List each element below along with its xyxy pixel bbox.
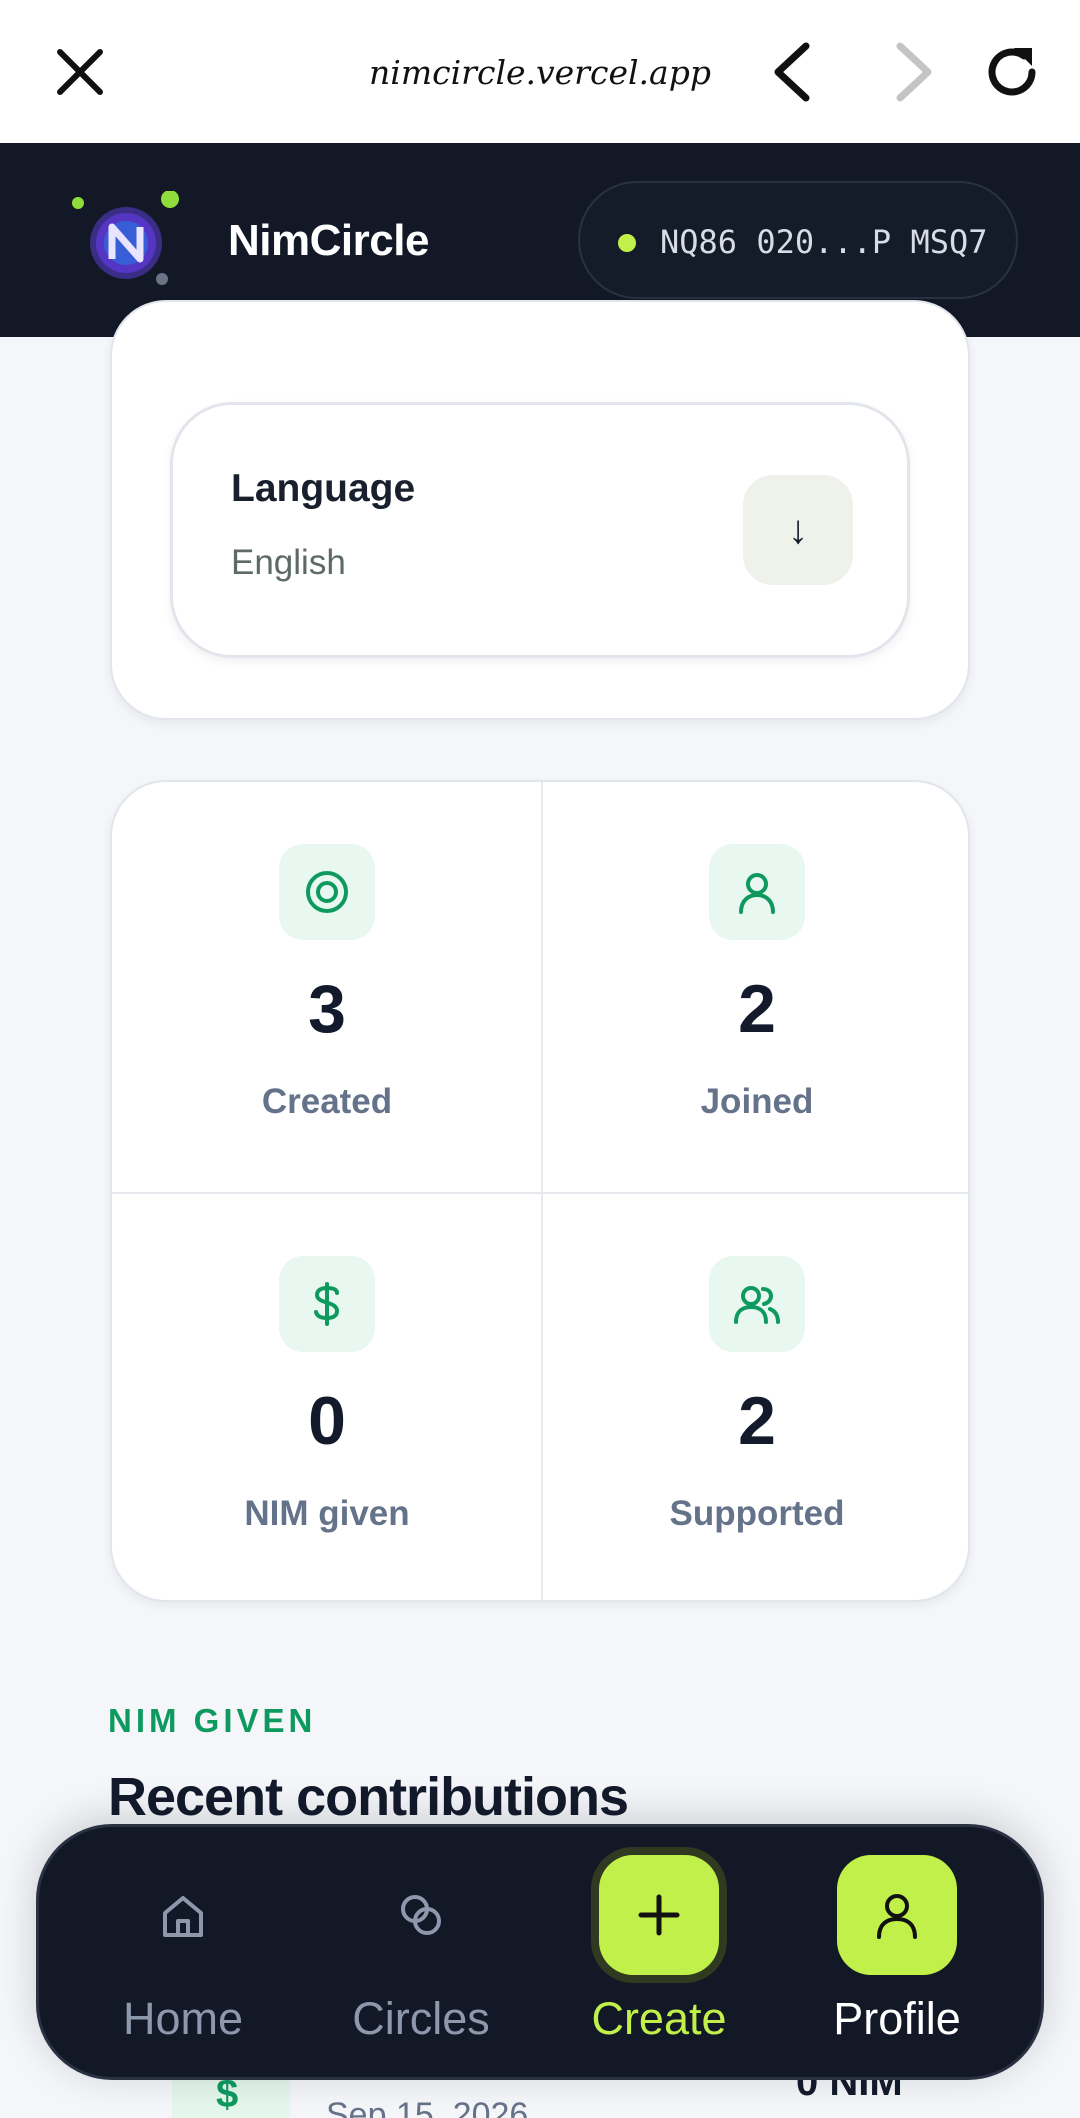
contribution-date: Sep 15, 2026 <box>326 2096 529 2118</box>
home-icon <box>123 1855 243 1975</box>
nav-profile[interactable]: Profile <box>777 1827 1017 2083</box>
language-selector[interactable]: Language English ↓ <box>170 402 910 658</box>
reload-icon[interactable] <box>984 40 1044 104</box>
stat-value: 2 <box>738 1383 776 1459</box>
stat-value: 0 <box>308 1383 346 1459</box>
stat-label: Supported <box>669 1494 845 1533</box>
nav-home[interactable]: Home <box>63 1827 303 2083</box>
stat-joined[interactable]: 2 Joined <box>542 782 968 1192</box>
wallet-address-pill[interactable]: NQ86 020...P MSQ7 <box>578 181 1018 299</box>
stat-nim-given[interactable]: 0 NIM given <box>112 1194 542 1600</box>
section-eyebrow: NIM GIVEN <box>108 1702 317 1739</box>
stat-value: 3 <box>308 971 346 1047</box>
stat-label: Created <box>261 1082 393 1121</box>
bottom-navigation: Home Circles Create Profile <box>36 1824 1044 2080</box>
brand-name: NimCircle <box>228 216 429 265</box>
stat-value: 2 <box>738 971 776 1047</box>
section-title: Recent contributions <box>108 1767 629 1827</box>
user-icon <box>837 1855 957 1975</box>
dollar-icon <box>279 1256 375 1352</box>
user-icon <box>709 844 805 940</box>
nimcircle-logo-icon[interactable] <box>70 190 180 291</box>
forward-arrow-icon[interactable] <box>882 40 942 104</box>
nav-label: Profile <box>833 1993 961 2044</box>
connection-status-dot <box>618 234 636 252</box>
stat-label: NIM given <box>244 1494 410 1533</box>
close-icon[interactable] <box>52 44 108 100</box>
stat-supported[interactable]: 2 Supported <box>542 1194 968 1600</box>
stat-created[interactable]: 3 Created <box>112 782 542 1192</box>
nav-circles[interactable]: Circles <box>301 1827 541 2083</box>
plus-icon <box>599 1855 719 1975</box>
nav-label: Create <box>591 1993 727 2044</box>
nav-create[interactable]: Create <box>539 1827 779 2083</box>
users-icon <box>709 1256 805 1352</box>
circles-icon <box>361 1855 481 1975</box>
nav-label: Home <box>122 1993 244 2044</box>
language-dropdown-button[interactable]: ↓ <box>743 475 853 585</box>
language-label: Language <box>231 467 416 510</box>
back-arrow-icon[interactable] <box>764 40 824 104</box>
wallet-address: NQ86 020...P MSQ7 <box>660 223 988 261</box>
url-bar[interactable]: nimcircle.vercel.app <box>340 48 740 98</box>
nav-label: Circles <box>352 1993 490 2044</box>
browser-toolbar: nimcircle.vercel.app <box>0 0 1080 143</box>
stats-grid: 3 Created 2 Joined 0 NIM given 2 Support… <box>110 780 970 1602</box>
stat-label: Joined <box>700 1082 814 1121</box>
language-value: English <box>231 543 346 582</box>
target-icon <box>279 844 375 940</box>
